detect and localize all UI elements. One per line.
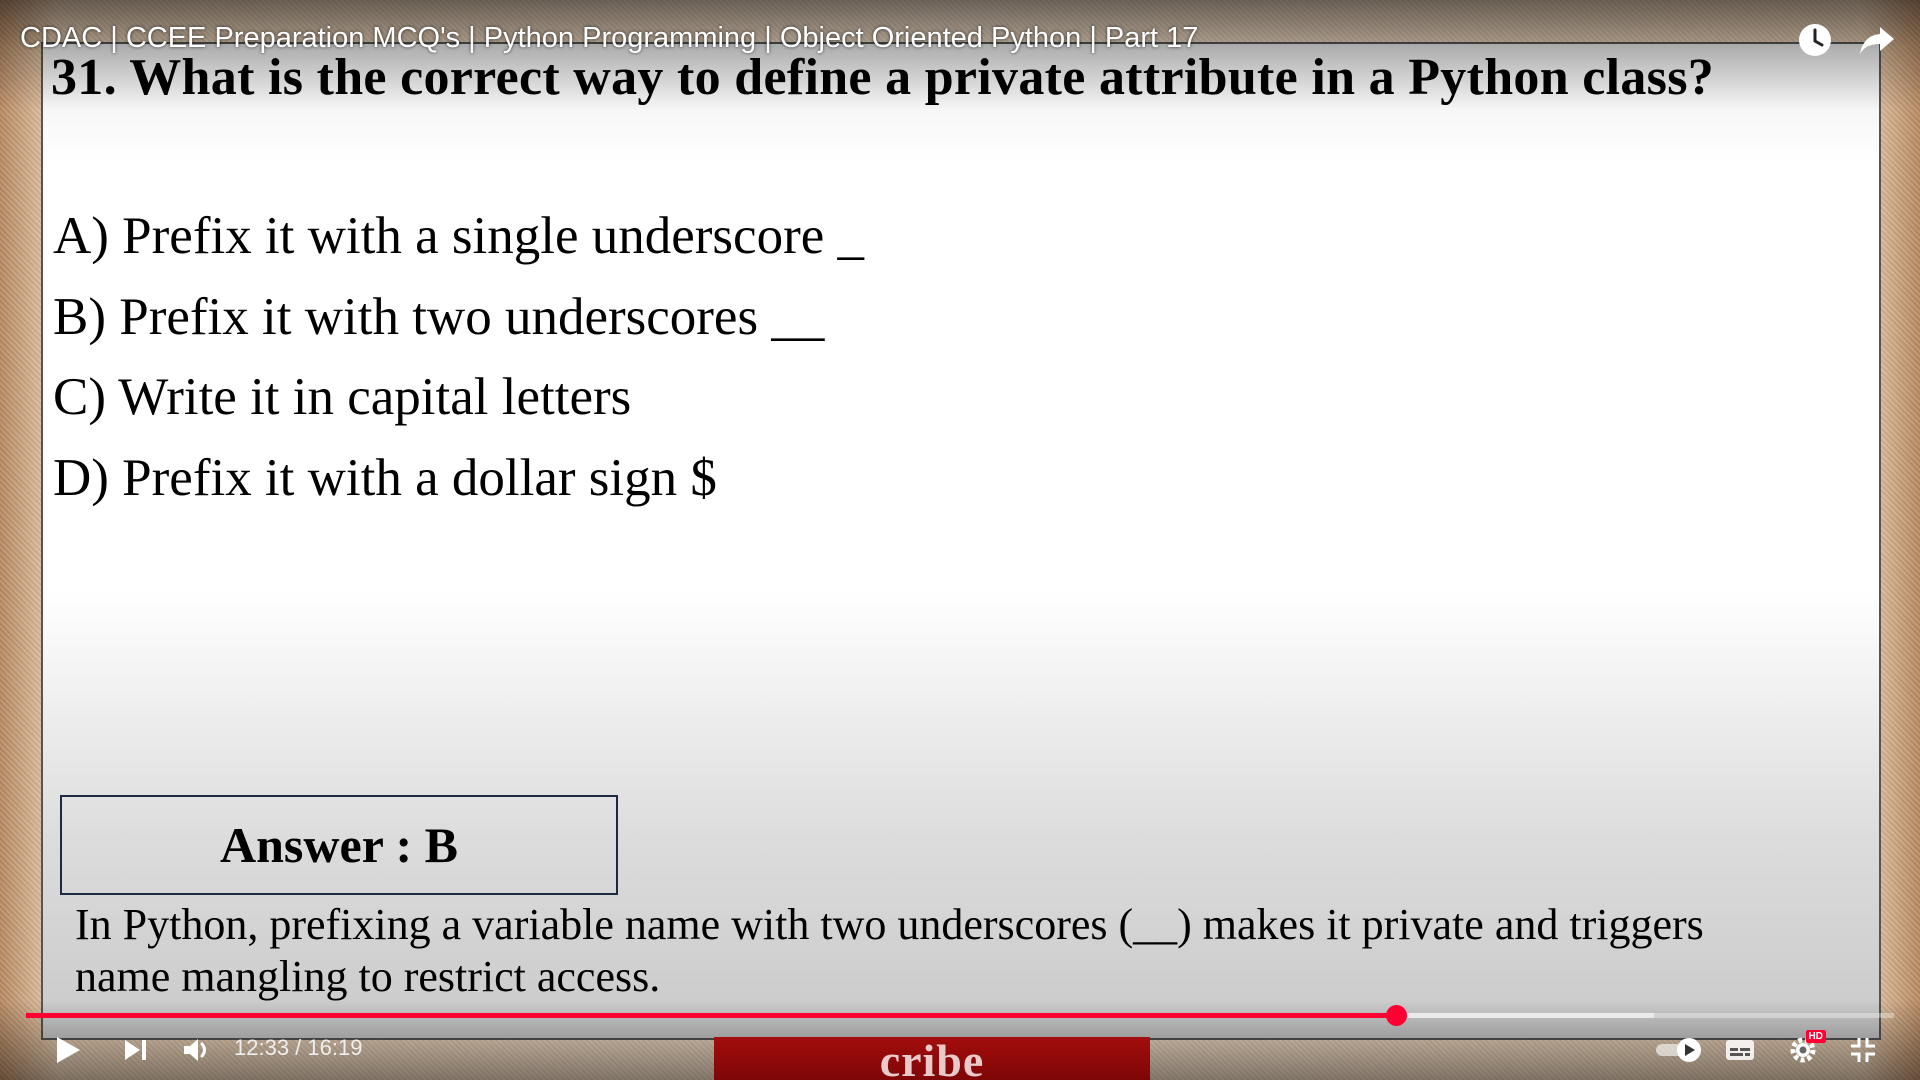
video-player[interactable]: 31. What is the correct way to define a … bbox=[0, 0, 1920, 1080]
next-icon bbox=[125, 1040, 146, 1060]
settings-button[interactable]: HD bbox=[1780, 1030, 1826, 1070]
slide: 31. What is the correct way to define a … bbox=[41, 42, 1881, 1040]
progress-played bbox=[26, 1013, 1397, 1018]
progress-bar[interactable] bbox=[26, 1005, 1894, 1026]
explanation-text: In Python, prefixing a variable name wit… bbox=[75, 900, 1704, 1001]
play-button[interactable] bbox=[45, 1030, 91, 1070]
autoplay-toggle[interactable] bbox=[1653, 1030, 1705, 1070]
option-a: A) Prefix it with a single underscore _ bbox=[53, 207, 864, 265]
subscribe-banner: cribe bbox=[714, 1037, 1150, 1080]
volume-icon bbox=[184, 1039, 206, 1061]
watch-later-button[interactable] bbox=[1793, 18, 1837, 62]
question-heading: 31. What is the correct way to define a … bbox=[51, 49, 1715, 106]
option-b: B) Prefix it with two underscores __ bbox=[53, 288, 825, 346]
volume-button[interactable] bbox=[174, 1030, 220, 1070]
subtitles-button[interactable] bbox=[1717, 1030, 1763, 1070]
hd-badge: HD bbox=[1805, 1030, 1826, 1043]
subtitles-icon bbox=[1726, 1040, 1754, 1060]
play-icon bbox=[57, 1037, 80, 1063]
option-d: D) Prefix it with a dollar sign $ bbox=[53, 449, 717, 507]
exit-fullscreen-button[interactable] bbox=[1840, 1030, 1886, 1070]
option-c: C) Write it in capital letters bbox=[53, 368, 632, 426]
next-video-button[interactable] bbox=[113, 1030, 159, 1070]
exit-fullscreen-icon bbox=[1851, 1038, 1875, 1062]
share-arrow-icon bbox=[1860, 27, 1894, 54]
share-button[interactable] bbox=[1855, 18, 1899, 62]
answer-label: Answer : B bbox=[220, 817, 458, 873]
time-display: 12:33 / 16:19 bbox=[234, 1035, 363, 1060]
answer-box: Answer : B bbox=[60, 795, 618, 895]
clock-icon bbox=[1799, 24, 1831, 56]
autoplay-toggle-icon bbox=[1656, 1038, 1701, 1062]
video-title[interactable]: CDAC | CCEE Preparation MCQ's | Python P… bbox=[20, 22, 1198, 55]
subscribe-banner-text: cribe bbox=[879, 1037, 985, 1080]
